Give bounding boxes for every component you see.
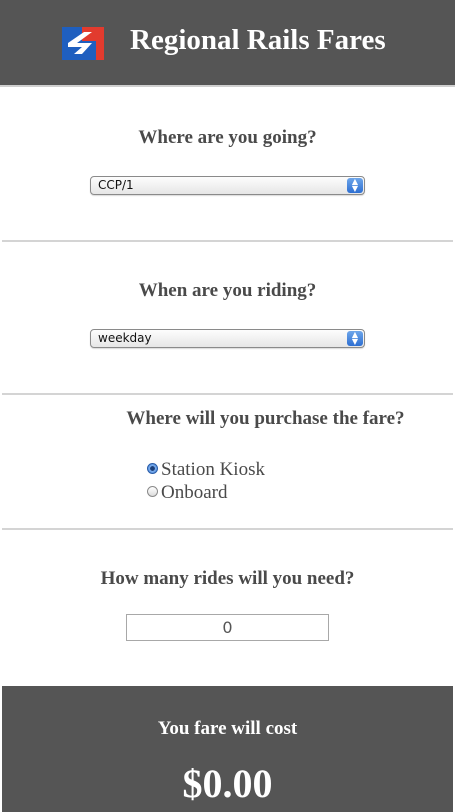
radio-checked-icon[interactable] xyxy=(147,463,158,475)
septa-logo-icon xyxy=(62,27,104,60)
purchase-question: Where will you purchase the fare? xyxy=(126,408,405,429)
purchase-section: Where will you purchase the fare? Statio… xyxy=(2,395,453,530)
destination-select-value: CCP/1 xyxy=(98,178,134,192)
rides-input[interactable]: 0 xyxy=(126,614,329,641)
fare-cost-amount: $0.00 xyxy=(182,761,273,806)
select-arrows-icon: ▲ ▼ xyxy=(347,178,363,193)
radio-station-kiosk[interactable]: Station Kiosk xyxy=(147,459,265,481)
destination-section: Where are you going? CCP/1 ▲ ▼ xyxy=(2,87,453,242)
radio-unchecked-icon[interactable] xyxy=(147,486,158,498)
schedule-section: When are you riding? weekday ▲ ▼ xyxy=(2,242,453,395)
fare-result-footer: You fare will cost $0.00 xyxy=(2,686,453,812)
destination-select[interactable]: CCP/1 ▲ ▼ xyxy=(90,176,365,195)
radio-onboard-label: Onboard xyxy=(161,482,228,503)
destination-question: Where are you going? xyxy=(138,127,317,148)
schedule-question: When are you riding? xyxy=(138,280,317,301)
schedule-select-value: weekday xyxy=(98,331,152,345)
radio-onboard[interactable]: Onboard xyxy=(147,482,227,504)
schedule-select[interactable]: weekday ▲ ▼ xyxy=(90,329,365,348)
select-arrows-icon: ▲ ▼ xyxy=(347,331,363,346)
radio-station-kiosk-label: Station Kiosk xyxy=(161,459,265,480)
rides-section: How many rides will you need? 0 xyxy=(2,530,453,686)
app-title: Regional Rails Fares xyxy=(130,24,386,56)
app-header: Regional Rails Fares xyxy=(0,0,455,87)
fare-cost-label: You fare will cost xyxy=(157,718,298,739)
rides-question: How many rides will you need? xyxy=(100,568,355,589)
